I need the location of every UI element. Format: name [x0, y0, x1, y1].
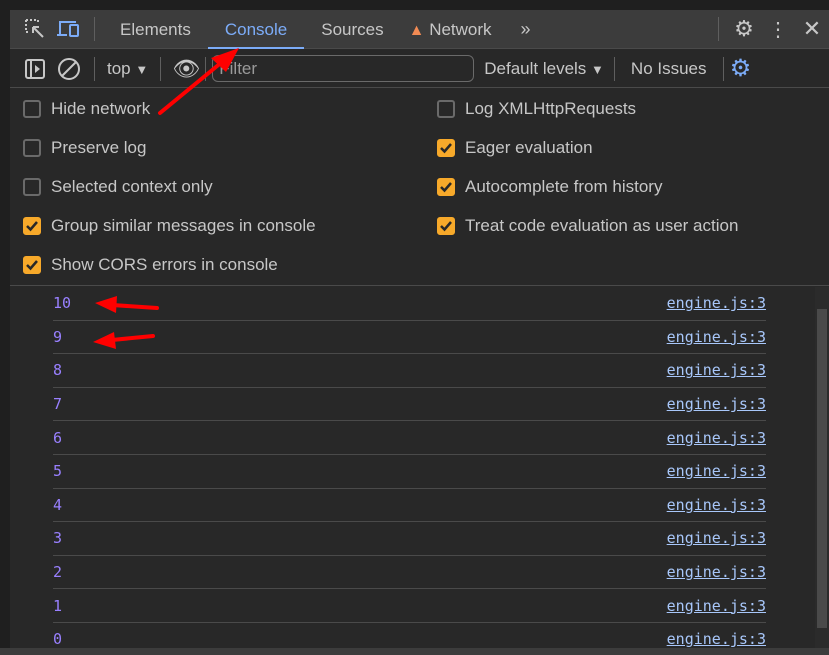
- console-message: 7 engine.js:3: [53, 388, 766, 422]
- logged-value: 5: [53, 462, 63, 481]
- console-message: 3 engine.js:3: [53, 522, 766, 556]
- source-link[interactable]: engine.js:3: [667, 563, 766, 581]
- source-link[interactable]: engine.js:3: [667, 395, 766, 413]
- console-message: 9 engine.js:3: [53, 321, 766, 355]
- check-icon: [440, 143, 452, 154]
- setting-preserve-log[interactable]: Preserve log: [23, 138, 146, 158]
- console-messages: 10 engine.js:3 9 engine.js:3 8 engine.js:3 7 en…: [10, 287, 815, 648]
- source-link[interactable]: engine.js:3: [667, 529, 766, 547]
- checkbox[interactable]: [23, 100, 41, 118]
- log-levels-dropdown[interactable]: Default levels ▼: [474, 59, 614, 79]
- setting-eager-evaluation[interactable]: Eager evaluation: [437, 138, 593, 158]
- console-settings-gear-icon[interactable]: ⚙: [724, 52, 758, 86]
- live-expression-eye-icon[interactable]: 👁: [169, 52, 203, 86]
- logged-value: 3: [53, 529, 63, 548]
- source-link[interactable]: engine.js:3: [667, 496, 766, 514]
- console-settings-panel: Hide network Preserve log Selected context…: [10, 89, 829, 286]
- dropdown-arrow-icon: ▼: [135, 61, 149, 77]
- checkbox[interactable]: [437, 217, 455, 235]
- console-message: 6 engine.js:3: [53, 421, 766, 455]
- check-icon: [440, 221, 452, 232]
- console-toolbar: top ▼ 👁 Filter Default levels ▼ No Issue…: [10, 50, 829, 88]
- console-message: 5 engine.js:3: [53, 455, 766, 489]
- console-message: 0 engine.js:3: [53, 623, 766, 648]
- more-tabs-icon[interactable]: »: [509, 12, 543, 46]
- check-icon: [440, 182, 452, 193]
- divider: [94, 17, 95, 41]
- checkbox[interactable]: [437, 139, 455, 157]
- logged-value: 2: [53, 563, 63, 582]
- settings-gear-icon[interactable]: ⚙: [727, 12, 761, 46]
- source-link[interactable]: engine.js:3: [667, 597, 766, 615]
- filter-input[interactable]: Filter: [212, 55, 475, 82]
- sidebar-toggle-icon[interactable]: [18, 52, 52, 86]
- logged-value: 4: [53, 495, 63, 514]
- bottom-bar: [0, 648, 829, 655]
- tab-bar: Elements Console Sources ▲ Network » ⚙ ⋮…: [10, 10, 829, 49]
- divider: [718, 17, 719, 41]
- setting-autocomplete-from-history[interactable]: Autocomplete from history: [437, 177, 662, 197]
- source-link[interactable]: engine.js:3: [667, 429, 766, 447]
- logged-value: 6: [53, 428, 63, 447]
- setting-log-xmlhttprequests[interactable]: Log XMLHttpRequests: [437, 99, 636, 119]
- checkbox[interactable]: [437, 178, 455, 196]
- logged-value: 10: [53, 294, 72, 313]
- setting-show-cors-errors-in-console[interactable]: Show CORS errors in console: [23, 255, 278, 275]
- divider: [94, 56, 95, 81]
- tab-network[interactable]: ▲ Network: [401, 10, 509, 49]
- source-link[interactable]: engine.js:3: [667, 462, 766, 480]
- scrollbar[interactable]: [815, 287, 829, 648]
- console-message: 4 engine.js:3: [53, 489, 766, 523]
- setting-treat-code-evaluation-as-user-action[interactable]: Treat code evaluation as user action: [437, 216, 738, 236]
- divider: [205, 56, 207, 81]
- more-options-icon[interactable]: ⋮: [761, 12, 795, 46]
- tab-sources[interactable]: Sources: [304, 10, 400, 49]
- context-select[interactable]: top ▼: [103, 59, 152, 79]
- device-toolbar-icon[interactable]: [52, 12, 86, 46]
- setting-selected-context-only[interactable]: Selected context only: [23, 177, 213, 197]
- console-message: 1 engine.js:3: [53, 589, 766, 623]
- checkbox[interactable]: [437, 100, 455, 118]
- issues-button[interactable]: No Issues: [615, 59, 723, 79]
- tab-elements[interactable]: Elements: [103, 10, 208, 49]
- check-icon: [26, 221, 38, 232]
- console-message: 8 engine.js:3: [53, 354, 766, 388]
- setting-group-similar-messages-in-console[interactable]: Group similar messages in console: [23, 216, 316, 236]
- scrollbar-thumb[interactable]: [817, 309, 827, 628]
- check-icon: [26, 260, 38, 271]
- source-link[interactable]: engine.js:3: [667, 630, 766, 648]
- inspect-element-icon[interactable]: [18, 12, 52, 46]
- tab-console[interactable]: Console: [207, 10, 305, 49]
- checkbox[interactable]: [23, 139, 41, 157]
- checkbox[interactable]: [23, 217, 41, 235]
- source-link[interactable]: engine.js:3: [667, 328, 766, 346]
- clear-console-icon[interactable]: [52, 52, 86, 86]
- source-link[interactable]: engine.js:3: [667, 361, 766, 379]
- dropdown-arrow-icon: ▼: [591, 61, 604, 77]
- close-icon[interactable]: ✕: [795, 12, 829, 46]
- checkbox[interactable]: [23, 178, 41, 196]
- logged-value: 1: [53, 596, 63, 615]
- setting-hide-network[interactable]: Hide network: [23, 99, 150, 119]
- logged-value: 0: [53, 630, 63, 648]
- warning-icon: ▲: [408, 21, 425, 39]
- checkbox[interactable]: [23, 256, 41, 274]
- logged-value: 8: [53, 361, 63, 380]
- logged-value: 7: [53, 395, 63, 414]
- devtools: Elements Console Sources ▲ Network » ⚙ ⋮…: [10, 10, 829, 655]
- console-message: 10 engine.js:3: [53, 287, 766, 321]
- console-message: 2 engine.js:3: [53, 556, 766, 590]
- source-link[interactable]: engine.js:3: [667, 294, 766, 312]
- divider: [160, 56, 162, 81]
- logged-value: 9: [53, 327, 63, 346]
